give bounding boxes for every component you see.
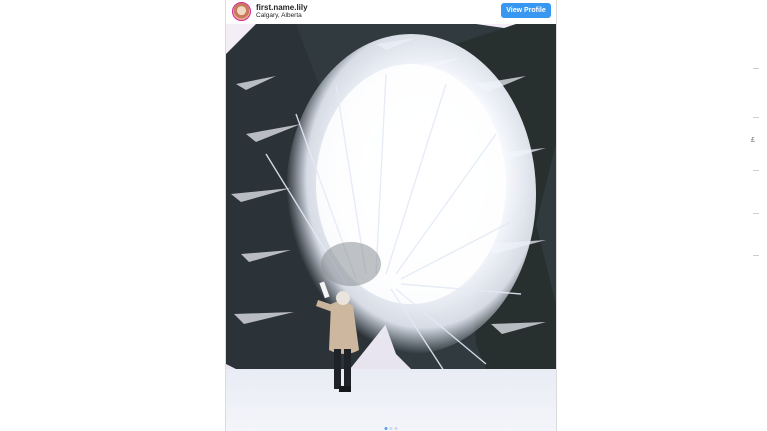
photo-illustration (226, 24, 556, 431)
side-divider (753, 68, 759, 69)
location[interactable]: Calgary, Alberta (256, 12, 302, 19)
instagram-embed: first.name.lily Calgary, Alberta View Pr… (225, 0, 557, 431)
post-header: first.name.lily Calgary, Alberta View Pr… (226, 0, 556, 24)
carousel-dot[interactable] (394, 427, 398, 430)
side-glyph: £ (751, 137, 755, 144)
snow-ground (226, 369, 556, 431)
post-photo[interactable] (226, 24, 556, 431)
carousel-dot-active[interactable] (384, 427, 388, 430)
carousel-dot[interactable] (389, 427, 393, 430)
view-profile-button[interactable]: View Profile (501, 3, 551, 18)
side-divider (753, 170, 759, 171)
username[interactable]: first.name.lily (256, 3, 308, 12)
profile-avatar[interactable] (232, 2, 251, 21)
carousel-dots (384, 427, 398, 430)
side-divider (753, 117, 759, 118)
side-divider (753, 213, 759, 214)
side-divider (753, 255, 759, 256)
